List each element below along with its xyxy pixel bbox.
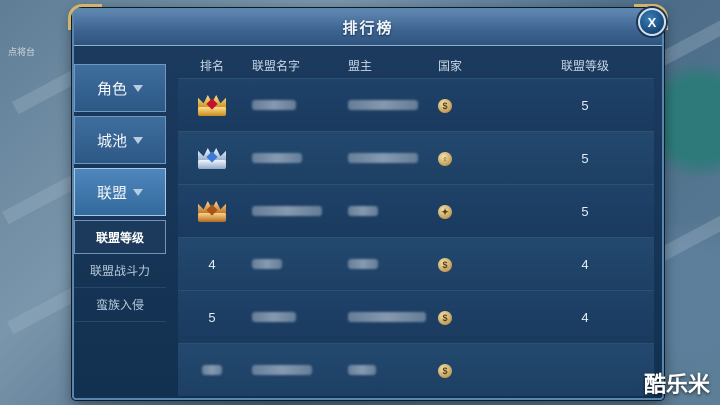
- nation-emblem-icon: $: [438, 311, 452, 325]
- header-nation: 国家: [438, 58, 463, 73]
- site-watermark: 酷乐米: [643, 372, 710, 397]
- tab-city[interactable]: 城池: [74, 116, 166, 164]
- header-alliance-name: 联盟名字: [252, 58, 301, 73]
- window-title: 排行榜: [342, 20, 394, 37]
- sub-item-alliance-level[interactable]: 联盟等级: [74, 220, 166, 254]
- ranking-table: 排名 联盟名字 盟主 国家 联盟等级 $ 5 ♀ 5 ✦ 5 4 $ 4 5 $…: [178, 52, 654, 398]
- nation-emblem-icon: $: [438, 99, 452, 113]
- silver-crown-icon: [195, 143, 229, 173]
- leaderboard-window: 排行榜 X 角色 城池 联盟 联盟等级 联盟战斗力 蛮族入侵 排名 联盟名字 盟…: [68, 4, 668, 400]
- nation-emblem-icon: $: [438, 364, 452, 378]
- table-row[interactable]: $ 5: [178, 78, 654, 131]
- category-sidebar: 角色 城池 联盟 联盟等级 联盟战斗力 蛮族入侵: [74, 64, 166, 322]
- table-row[interactable]: 5 $ 4: [178, 290, 654, 343]
- tab-label: 联盟: [96, 184, 127, 202]
- table-row[interactable]: $: [178, 343, 654, 396]
- redacted-alliance-name: [252, 311, 296, 322]
- table-header: 排名 联盟名字 盟主 国家 联盟等级: [178, 52, 654, 78]
- redacted-alliance-name: [252, 364, 312, 375]
- redacted-alliance-name: [252, 205, 322, 216]
- close-button[interactable]: X: [638, 8, 666, 36]
- bronze-crown-icon: [195, 196, 229, 226]
- rank-number: 4: [208, 256, 216, 272]
- alliance-level: 4: [581, 256, 589, 272]
- redacted-leader-name: [348, 152, 418, 163]
- alliance-level: 5: [581, 97, 589, 113]
- redacted-leader-name: [348, 258, 378, 269]
- sub-item-alliance-power[interactable]: 联盟战斗力: [74, 254, 166, 288]
- tab-label: 城池: [96, 132, 127, 150]
- table-row[interactable]: ♀ 5: [178, 131, 654, 184]
- nation-emblem-icon: ♀: [438, 152, 452, 166]
- map-location-label[interactable]: 点将台: [8, 45, 35, 58]
- redacted-leader-name: [348, 99, 418, 110]
- alliance-level: 4: [581, 309, 589, 325]
- redacted-alliance-name: [252, 152, 302, 163]
- redacted-alliance-name: [252, 99, 296, 110]
- chevron-down-icon: [133, 188, 143, 196]
- header-rank: 排名: [199, 58, 224, 73]
- title-bar: 排行榜: [74, 10, 662, 46]
- table-row[interactable]: 4 $ 4: [178, 237, 654, 290]
- redacted-leader-name: [348, 205, 378, 216]
- chevron-down-icon: [133, 136, 143, 144]
- nation-emblem-icon: $: [438, 258, 452, 272]
- redacted-leader-name: [348, 311, 426, 322]
- gold-crown-icon: [195, 90, 229, 120]
- alliance-sub-menu: 联盟等级 联盟战斗力 蛮族入侵: [74, 220, 166, 322]
- tab-character[interactable]: 角色: [74, 64, 166, 112]
- redacted-rank: [202, 365, 222, 375]
- alliance-level: 5: [581, 150, 589, 166]
- redacted-leader-name: [348, 364, 376, 375]
- header-alliance-level: 联盟等级: [560, 58, 609, 73]
- tab-label: 角色: [96, 80, 127, 98]
- header-leader: 盟主: [348, 58, 373, 73]
- rank-number: 5: [208, 309, 216, 325]
- alliance-level: 5: [581, 203, 589, 219]
- redacted-alliance-name: [252, 258, 282, 269]
- chevron-down-icon: [133, 84, 143, 92]
- sub-item-barbarian-invasion[interactable]: 蛮族入侵: [74, 288, 166, 322]
- tab-alliance[interactable]: 联盟: [74, 168, 166, 216]
- nation-emblem-icon: ✦: [438, 205, 452, 220]
- table-row[interactable]: ✦ 5: [178, 184, 654, 237]
